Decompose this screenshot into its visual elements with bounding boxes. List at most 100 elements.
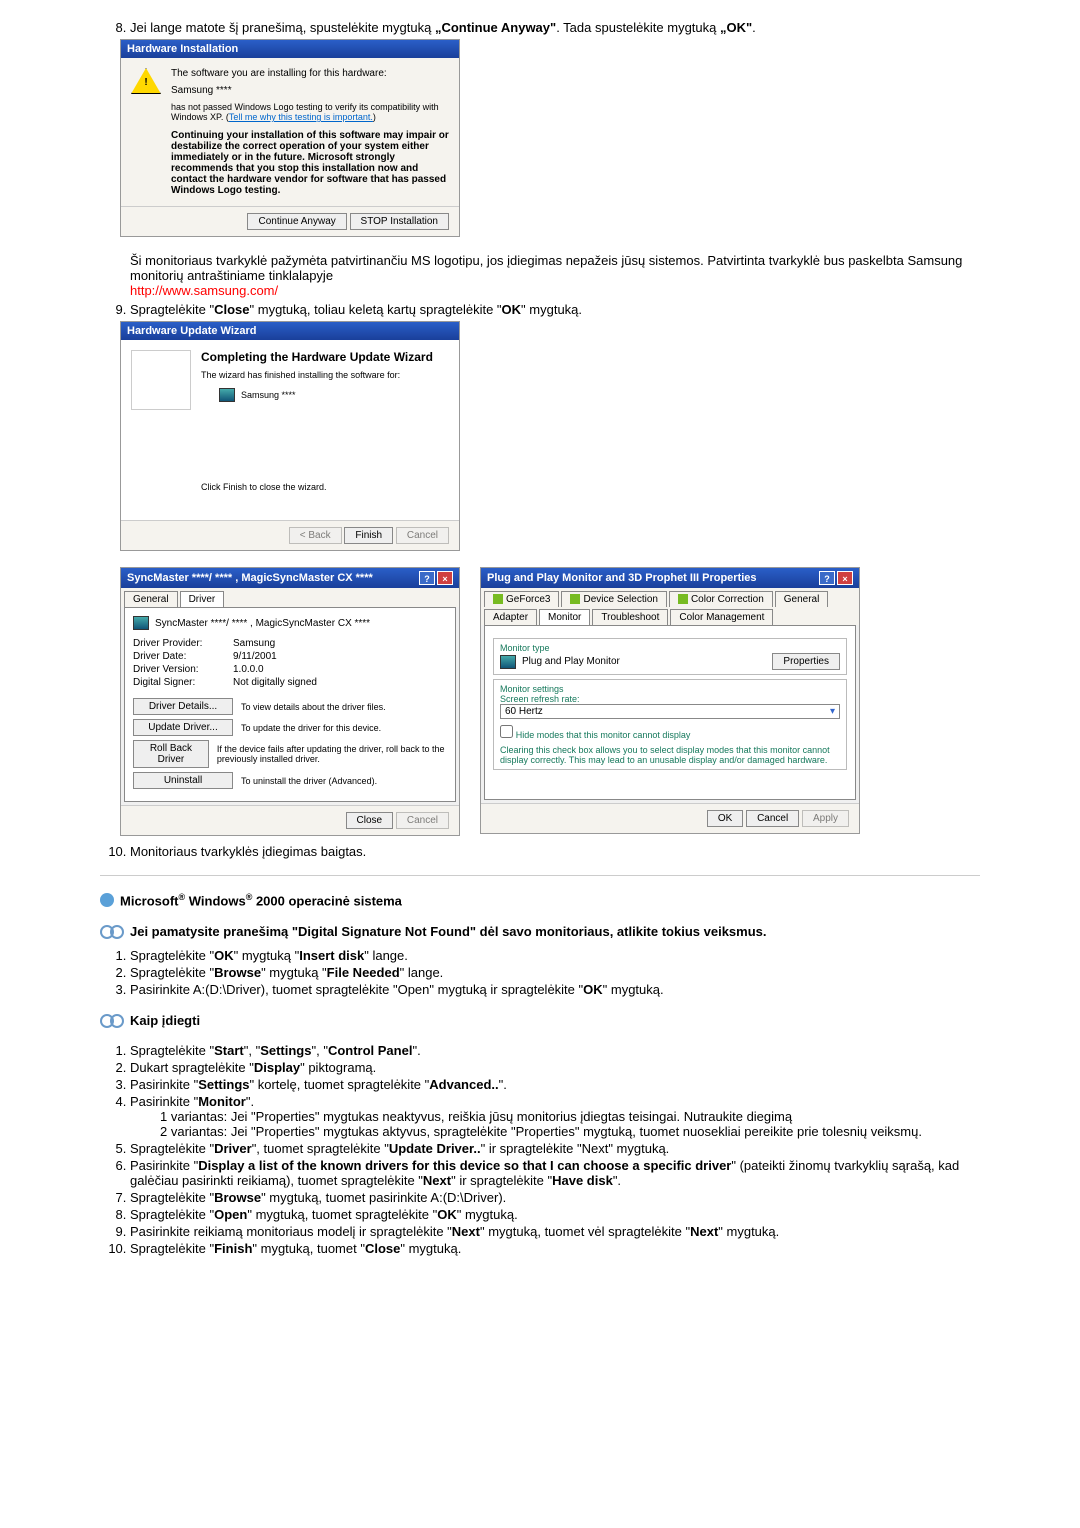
- dialog-driver-properties: SyncMaster ****/ **** , MagicSyncMaster …: [120, 567, 460, 836]
- tab-color-correction[interactable]: Color Correction: [669, 591, 773, 607]
- close-icon[interactable]: ×: [837, 571, 853, 585]
- variant1-label: 1 variantas:: [160, 1109, 227, 1124]
- step9-b: " mygtuką, toliau keletą kartų spragtelė…: [250, 302, 502, 317]
- dialog2-title: Hardware Update Wizard: [127, 325, 257, 337]
- rollback-button[interactable]: Roll Back Driver: [133, 740, 209, 768]
- properties-button[interactable]: Properties: [772, 653, 840, 670]
- rollback-desc: If the device fails after updating the d…: [217, 744, 447, 764]
- ver-label: Driver Version:: [133, 664, 233, 675]
- step9-a: Spragtelėkite ": [130, 302, 214, 317]
- ordered-list-step10: Monitoriaus tvarkyklės įdiegimas baigtas…: [100, 844, 980, 859]
- list2-item10: Spragtelėkite "Finish" mygtuką, tuomet "…: [130, 1241, 980, 1256]
- dialog1-title: Hardware Installation: [127, 43, 238, 55]
- dlg1-warning-text: Continuing your installation of this sof…: [171, 130, 449, 196]
- dialog3-title: SyncMaster ****/ **** , MagicSyncMaster …: [127, 572, 373, 584]
- close-button[interactable]: Close: [346, 812, 394, 829]
- ordered-list-main: Jei lange matote šį pranešimą, spustelėk…: [100, 20, 980, 35]
- cancel-button: Cancel: [396, 527, 449, 544]
- ok-button[interactable]: OK: [707, 810, 743, 827]
- step8-text-a: Jei lange matote šį pranešimą, spustelėk…: [130, 20, 435, 35]
- variant1-text: Jei "Properties" mygtukas neaktyvus, rei…: [231, 1109, 792, 1124]
- step-8: Jei lange matote šį pranešimą, spustelėk…: [130, 20, 980, 35]
- monitor-type-label: Monitor type: [500, 643, 840, 653]
- tab-geforce3[interactable]: GeForce3: [484, 591, 559, 607]
- update-desc: To update the driver for this device.: [241, 723, 381, 733]
- dlg2-t1: The wizard has finished installing the s…: [201, 370, 449, 380]
- tab-general2[interactable]: General: [775, 591, 829, 607]
- list2-item2: Dukart spragtelėkite "Display" piktogram…: [130, 1060, 980, 1075]
- chevron-down-icon: ▾: [830, 706, 835, 717]
- samsung-link[interactable]: http://www.samsung.com/: [130, 283, 278, 298]
- dlg3-header: SyncMaster ****/ **** , MagicSyncMaster …: [155, 618, 370, 629]
- dialog-update-wizard: Hardware Update Wizard Completing the Ha…: [120, 321, 460, 551]
- ver-value: 1.0.0.0: [233, 664, 264, 675]
- monitor-icon: [133, 616, 149, 630]
- uninstall-button[interactable]: Uninstall: [133, 772, 233, 789]
- section-windows-2000: Microsoft® Windows® 2000 operacinė siste…: [100, 892, 980, 908]
- list-digital-sig: Spragtelėkite "OK" mygtuką "Insert disk"…: [100, 948, 980, 997]
- continue-anyway-button[interactable]: Continue Anyway: [247, 213, 346, 230]
- stop-installation-button[interactable]: STOP Installation: [350, 213, 449, 230]
- dlg2-device: Samsung ****: [241, 390, 296, 400]
- variant2-label: 2 variantas:: [160, 1124, 227, 1139]
- para1-text: Ši monitoriaus tvarkyklė pažymėta patvir…: [130, 253, 980, 283]
- finish-button[interactable]: Finish: [344, 527, 393, 544]
- monitor-name: Plug and Play Monitor: [522, 656, 620, 667]
- subhead-how-install: Kaip įdiegti: [100, 1011, 980, 1029]
- sec2-title-b: Windows: [185, 893, 246, 908]
- help-icon[interactable]: ?: [419, 571, 435, 585]
- refresh-dropdown[interactable]: 60 Hertz ▾: [500, 704, 840, 719]
- paragraph-driver-cert: Ši monitoriaus tvarkyklė pažymėta patvir…: [130, 253, 980, 298]
- step8-text-b: . Tada spustelėkite mygtuką: [556, 20, 720, 35]
- monitor-icon: [500, 655, 516, 669]
- tab-troubleshoot[interactable]: Troubleshoot: [592, 609, 668, 625]
- step-9: Spragtelėkite "Close" mygtuką, toliau ke…: [130, 302, 980, 317]
- dialog-monitor-properties: Plug and Play Monitor and 3D Prophet III…: [480, 567, 860, 834]
- tab-driver[interactable]: Driver: [180, 591, 225, 607]
- sign-label: Digital Signer:: [133, 677, 233, 688]
- driver-details-button[interactable]: Driver Details...: [133, 698, 233, 715]
- step8-continue: „Continue Anyway": [435, 20, 556, 35]
- uninstall-desc: To uninstall the driver (Advanced).: [241, 776, 377, 786]
- list2-item1: Spragtelėkite "Start", "Settings", "Cont…: [130, 1043, 980, 1058]
- bullet-icon: [100, 893, 114, 907]
- list2-item9: Pasirinkite reikiamą monitoriaus modelį …: [130, 1224, 980, 1239]
- nvidia-icon: [678, 594, 688, 604]
- monitor-icon: [219, 388, 235, 402]
- dlg1-device: Samsung ****: [171, 85, 449, 96]
- refresh-value: 60 Hertz: [505, 706, 543, 717]
- list1-item2: Spragtelėkite "Browse" mygtuką "File Nee…: [130, 965, 980, 980]
- section-divider: [100, 875, 980, 876]
- step-10: Monitoriaus tvarkyklės įdiegimas baigtas…: [130, 844, 980, 859]
- monitor-settings-label: Monitor settings: [500, 684, 840, 694]
- tab-monitor[interactable]: Monitor: [539, 609, 590, 625]
- update-driver-button[interactable]: Update Driver...: [133, 719, 233, 736]
- list2-item7: Spragtelėkite "Browse" mygtuką, tuomet p…: [130, 1190, 980, 1205]
- list2-item5: Spragtelėkite "Driver", tuomet spragtelė…: [130, 1141, 980, 1156]
- back-button: < Back: [289, 527, 342, 544]
- dlg1-tellme-link[interactable]: Tell me why this testing is important.: [229, 112, 373, 122]
- tab-color-mgmt[interactable]: Color Management: [670, 609, 773, 625]
- dialog-hardware-installation: Hardware Installation ! The software you…: [120, 39, 460, 237]
- nvidia-icon: [493, 594, 503, 604]
- dialog4-title: Plug and Play Monitor and 3D Prophet III…: [487, 572, 757, 584]
- help-icon[interactable]: ?: [819, 571, 835, 585]
- dlg2-heading: Completing the Hardware Update Wizard: [201, 350, 449, 364]
- apply-button: Apply: [802, 810, 849, 827]
- tab-general[interactable]: General: [124, 591, 178, 607]
- wizard-graphic: [131, 350, 191, 410]
- step9-ok: OK: [502, 302, 522, 317]
- cancel-button-3[interactable]: Cancel: [746, 810, 799, 827]
- list1-item3: Pasirinkite A:(D:\Driver), tuomet spragt…: [130, 982, 980, 997]
- warning-icon: !: [131, 68, 161, 94]
- refresh-label: Screen refresh rate:: [500, 694, 840, 704]
- dlg1-line2b: ): [373, 112, 376, 122]
- hide-modes-checkbox[interactable]: [500, 725, 513, 738]
- dialog3-titlebar: SyncMaster ****/ **** , MagicSyncMaster …: [121, 568, 459, 588]
- close-icon[interactable]: ×: [437, 571, 453, 585]
- tab-device-selection[interactable]: Device Selection: [561, 591, 666, 607]
- subhead1-text: Jei pamatysite pranešimą "Digital Signat…: [130, 924, 767, 939]
- tab-adapter[interactable]: Adapter: [484, 609, 537, 625]
- provider-value: Samsung: [233, 638, 275, 649]
- step9-c: " mygtuką.: [521, 302, 582, 317]
